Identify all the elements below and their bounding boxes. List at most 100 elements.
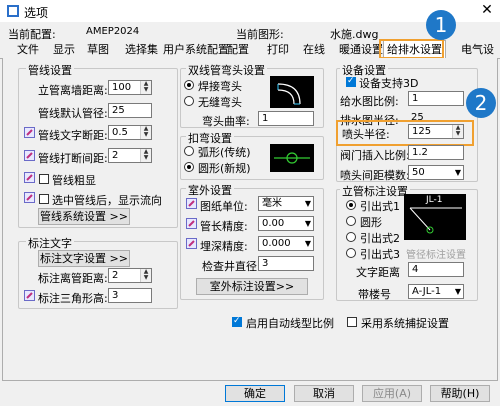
annotation-distance-input[interactable]: 2 ▲ ▼	[108, 268, 152, 283]
title-bar	[0, 0, 500, 22]
riser-diameter-style-label: 管径标注设置	[406, 250, 466, 261]
current-profile-value: AMEP2024	[86, 26, 140, 37]
show-flow-checkbox[interactable]	[39, 194, 49, 204]
current-profile-label: 当前配置:	[8, 28, 56, 41]
valve-scale-input[interactable]: 1.2	[408, 145, 464, 160]
pen-icon[interactable]	[24, 172, 35, 183]
auto-linetype-scale-checkbox[interactable]	[232, 316, 242, 327]
system-snap-label: 采用系统捕捉设置	[361, 317, 449, 330]
weld-elbow-radio[interactable]	[184, 80, 194, 90]
depth-precision-label: 埋深精度:	[200, 240, 248, 253]
tab-file[interactable]: 文件	[14, 42, 42, 57]
well-diameter-input[interactable]: 3	[258, 256, 314, 271]
tab-draft[interactable]: 草图	[84, 42, 112, 57]
riser-circle-radio[interactable]	[346, 216, 356, 226]
tab-print[interactable]: 打印	[264, 42, 292, 57]
pipe-system-settings-button[interactable]: 管线系统设置 >>	[38, 208, 130, 225]
elbow-settings-title: 双线管弯头设置	[186, 62, 267, 78]
auto-linetype-scale-label: 启用自动线型比例	[246, 317, 334, 330]
tab-profile[interactable]: 配置	[224, 42, 252, 57]
app-icon	[7, 5, 19, 17]
tab-online[interactable]: 在线	[300, 42, 328, 57]
tab-display[interactable]: 显示	[50, 42, 78, 57]
close-button[interactable]: ✕	[478, 1, 496, 19]
seamless-elbow-radio[interactable]	[184, 96, 194, 106]
text-break-label: 管线文字断距:	[38, 129, 108, 142]
break-gap-input[interactable]: 2 ▲ ▼	[108, 148, 152, 163]
riser-wall-distance-label: 立管离墙距离:	[38, 84, 108, 97]
system-snap-checkbox[interactable]	[347, 317, 357, 327]
text-break-spinner[interactable]: ▲ ▼	[140, 126, 151, 139]
riser-annotation-title: 立管标注设置	[340, 183, 410, 199]
annotation-triangle-label: 标注三角形高:	[38, 292, 108, 305]
elbow-preview-image	[270, 76, 314, 108]
pen-icon[interactable]	[24, 290, 35, 301]
buckle-preview-image	[270, 144, 314, 172]
pen-icon[interactable]	[24, 150, 35, 161]
chevron-down-icon: ▼	[454, 287, 461, 296]
tab-selection[interactable]: 选择集	[122, 42, 161, 57]
nozzle-radius-input[interactable]: 125 ▲ ▼	[408, 124, 464, 139]
drawing-unit-label: 图纸单位:	[200, 200, 248, 213]
pen-icon[interactable]	[24, 127, 35, 138]
tab-electrical[interactable]: 电气设	[458, 42, 497, 57]
annotation-text-settings-button[interactable]: 标注文字设置 >>	[38, 250, 130, 267]
current-drawing-value: 水施.dwg	[330, 28, 379, 41]
device-3d-label: 设备支持3D	[359, 77, 419, 90]
nozzle-radius-spinner[interactable]: ▲ ▼	[452, 125, 463, 138]
circle-buckle-label: 圆形(新规)	[198, 162, 251, 175]
riser-style2-label: 引出式2	[360, 232, 400, 245]
riser-wall-distance-input[interactable]: 100 ▲ ▼	[108, 80, 152, 95]
annotation-triangle-input[interactable]: 3	[108, 288, 152, 303]
riser-circle-label: 圆形	[360, 216, 382, 229]
pen-icon[interactable]	[186, 198, 197, 209]
text-distance-input[interactable]: 4	[408, 262, 464, 277]
ok-button[interactable]: 确定	[225, 385, 285, 402]
text-break-input[interactable]: 0.5 ▲ ▼	[108, 125, 152, 140]
riser-wall-distance-spinner[interactable]: ▲ ▼	[140, 81, 151, 94]
elbow-radius-label: 弯头曲率:	[202, 115, 250, 128]
building-prefix-label: 带楼号	[358, 288, 391, 301]
tab-user-system[interactable]: 用户系统配置	[160, 42, 232, 57]
arc-buckle-radio[interactable]	[184, 146, 194, 156]
chevron-down-icon: ▼	[304, 199, 311, 208]
riser-preview-image: JL-1	[404, 194, 466, 240]
default-diameter-label: 管线默认管径:	[38, 107, 108, 120]
bold-pipe-label: 管线粗显	[52, 174, 96, 187]
callout-badge-1: 1	[426, 10, 456, 40]
supply-scale-input[interactable]: 1	[408, 91, 464, 106]
depth-precision-select[interactable]: 0.000 ▼	[258, 236, 314, 251]
chevron-down-icon: ▼	[304, 219, 311, 228]
annotation-distance-label: 标注离管距离:	[38, 272, 108, 285]
pen-icon[interactable]	[186, 238, 197, 249]
annotation-text-title: 标注文字	[26, 235, 74, 251]
seamless-elbow-label: 无缝弯头	[198, 96, 242, 109]
circle-buckle-radio[interactable]	[184, 162, 194, 172]
default-diameter-input[interactable]: 25	[108, 103, 152, 118]
length-precision-label: 管长精度:	[200, 220, 248, 233]
nozzle-radius-label: 喷头半径:	[342, 128, 390, 141]
building-prefix-select[interactable]: A-JL-1 ▼	[408, 284, 464, 299]
outdoor-annotation-settings-button[interactable]: 室外标注设置>>	[196, 278, 308, 295]
callout-badge-2: 2	[466, 88, 496, 118]
length-precision-select[interactable]: 0.00 ▼	[258, 216, 314, 231]
window-title: 选项	[24, 6, 49, 20]
riser-style1-label: 引出式1	[360, 200, 400, 213]
device-3d-checkbox[interactable]	[346, 76, 356, 87]
cancel-button[interactable]: 取消	[294, 385, 354, 402]
drawing-unit-select[interactable]: 毫米 ▼	[258, 196, 314, 211]
break-gap-spinner[interactable]: ▲ ▼	[140, 149, 151, 162]
pen-icon[interactable]	[186, 218, 197, 229]
pen-icon[interactable]	[24, 192, 35, 203]
apply-button[interactable]: 应用(A)	[362, 385, 422, 402]
riser-style1-radio[interactable]	[346, 200, 356, 210]
help-button[interactable]: 帮助(H)	[430, 385, 490, 402]
arc-buckle-label: 弧形(传统)	[198, 146, 251, 159]
riser-style3-radio[interactable]	[346, 248, 356, 258]
chevron-down-icon: ▼	[454, 168, 461, 177]
elbow-radius-input[interactable]: 1	[258, 111, 314, 126]
spray-spacing-select[interactable]: 50 ▼	[408, 165, 464, 180]
annotation-distance-spinner[interactable]: ▲ ▼	[140, 269, 151, 282]
riser-style2-radio[interactable]	[346, 232, 356, 242]
bold-pipe-checkbox[interactable]	[39, 174, 49, 184]
